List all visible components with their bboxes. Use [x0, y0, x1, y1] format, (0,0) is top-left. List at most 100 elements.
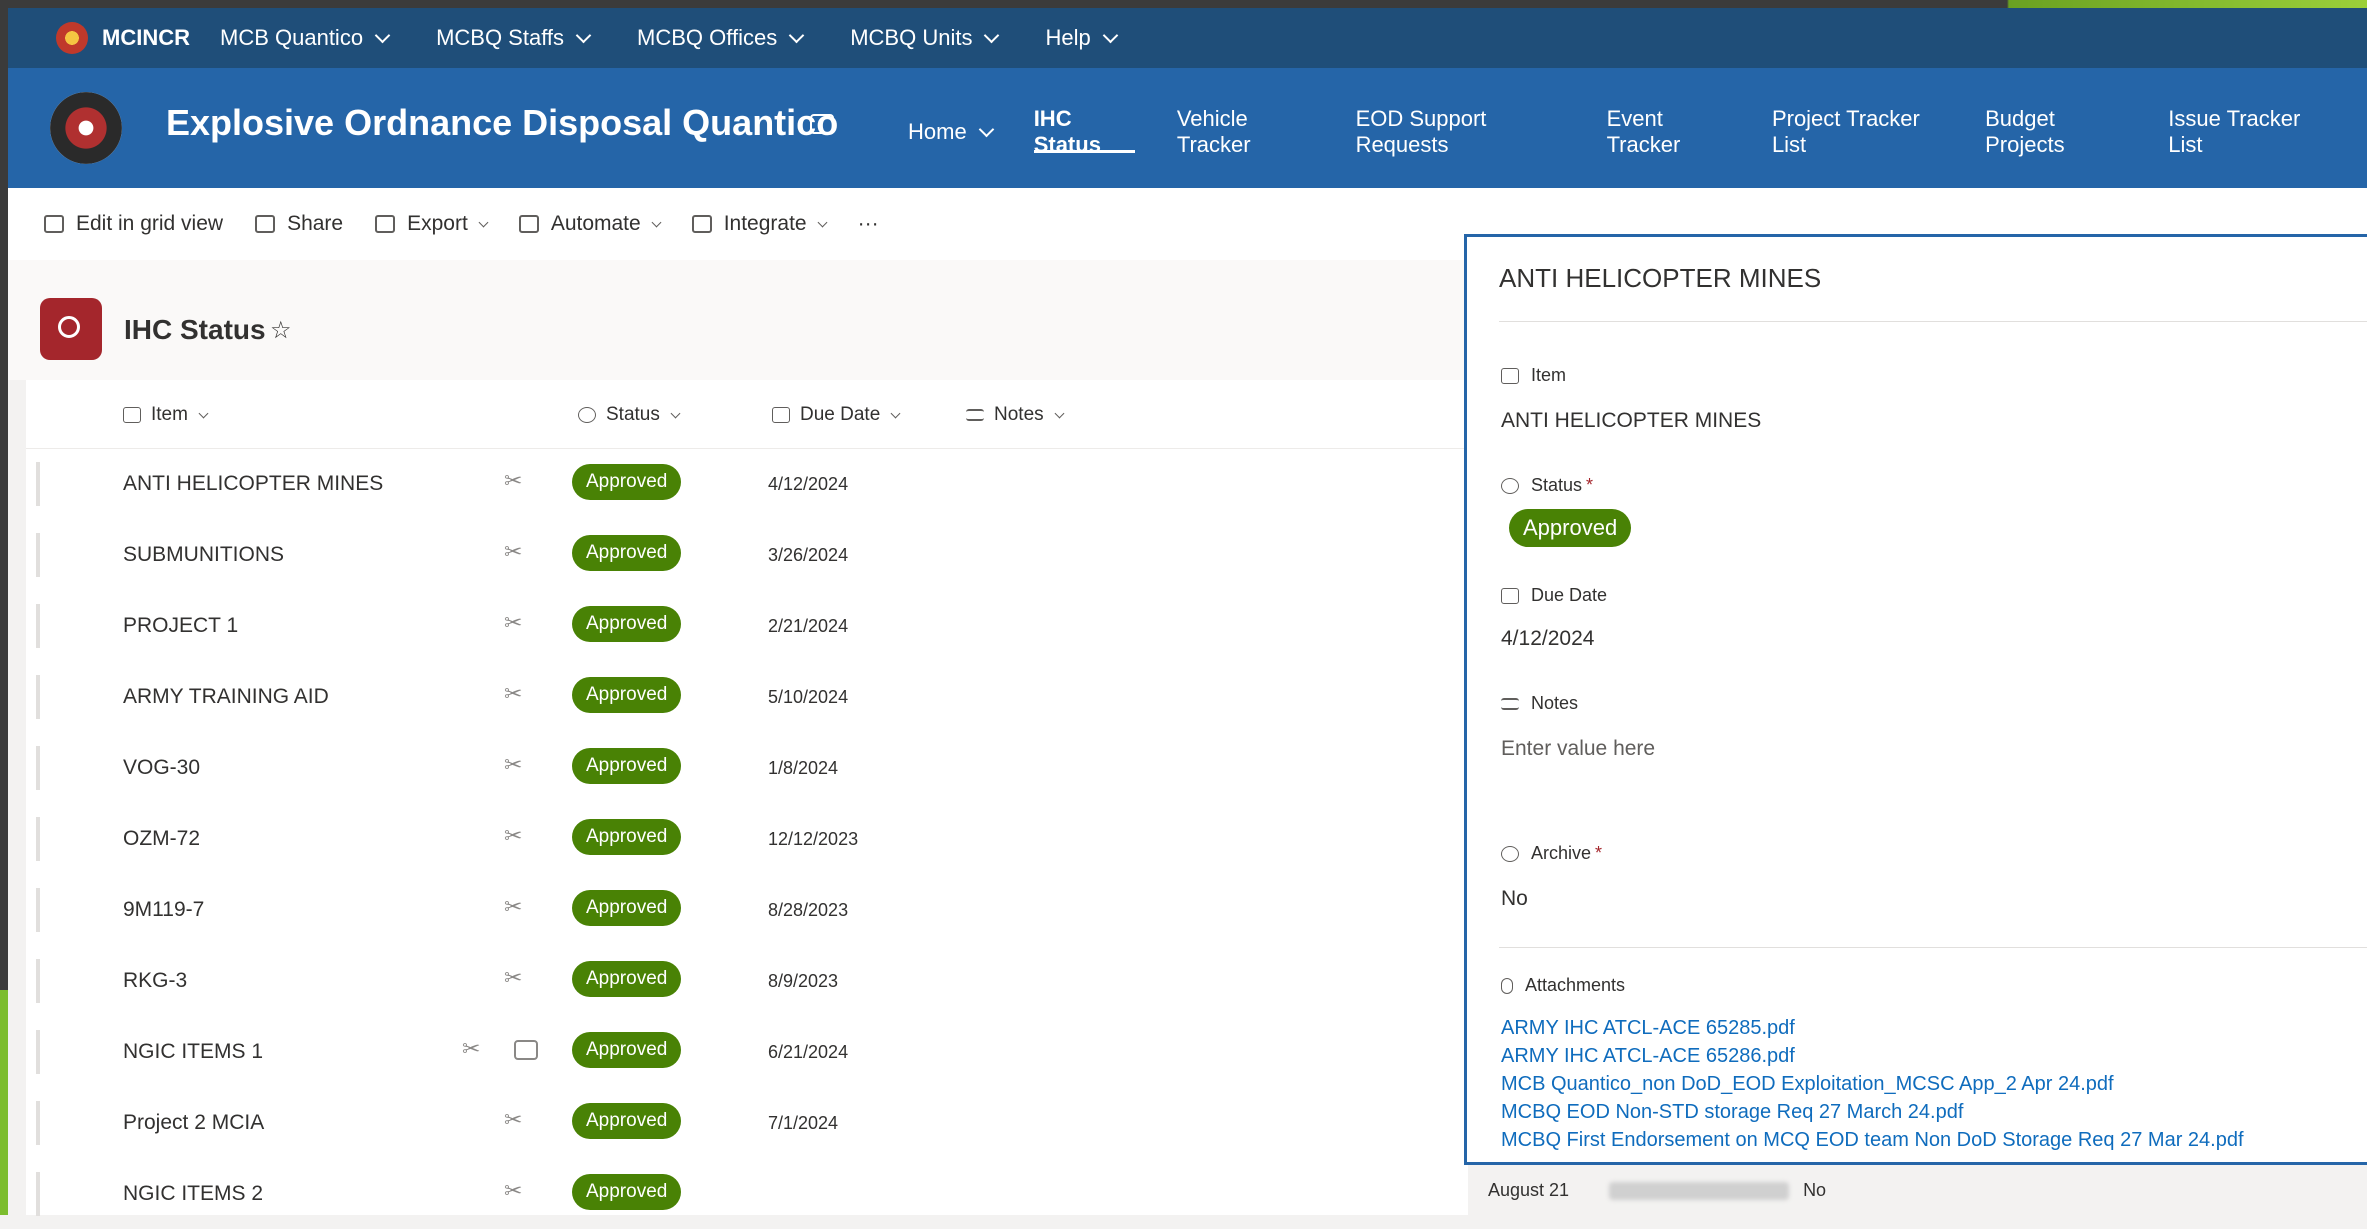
row-item[interactable]: VOG-30 [123, 756, 200, 780]
table-row[interactable]: 9M119-7 ✂ Approved 8/28/2023 [26, 874, 1468, 945]
site-title[interactable]: Explosive Ordnance Disposal Quantico [166, 102, 838, 144]
row-selector[interactable] [36, 1172, 40, 1216]
site-nav-issue-tracker-list[interactable]: Issue Tracker List [2168, 106, 2325, 157]
row-selector[interactable] [36, 604, 40, 648]
row-item[interactable]: ANTI HELICOPTER MINES [123, 472, 383, 496]
site-nav-ihc-status[interactable]: IHC Status [1033, 106, 1135, 157]
row-selector[interactable] [36, 959, 40, 1003]
suite-nav-mcbq-offices[interactable]: MCBQ Offices [637, 25, 805, 51]
table-row[interactable]: ARMY TRAINING AID ✂ Approved 5/10/2024 [26, 661, 1468, 732]
row-selector[interactable] [36, 1030, 40, 1074]
attachment-link[interactable]: ARMY IHC ATCL-ACE 65286.pdf [1501, 1045, 1795, 1068]
pin-icon[interactable]: ✂ [504, 894, 522, 920]
integrate-icon [691, 215, 712, 233]
mcincr-logo-icon[interactable] [56, 22, 88, 54]
row-selector[interactable] [36, 462, 40, 506]
table-row[interactable]: RKG-3 ✂ Approved 8/9/2023 [26, 945, 1468, 1016]
row-item[interactable]: RKG-3 [123, 969, 187, 993]
row-selector[interactable] [36, 533, 40, 577]
pin-icon[interactable]: ✂ [462, 1036, 480, 1062]
column-header-label: Status [606, 404, 660, 425]
row-selector[interactable] [36, 817, 40, 861]
export-button[interactable]: Export [375, 212, 489, 236]
attachments-label: Attachments [1501, 975, 1625, 996]
row-item[interactable]: PROJECT 1 [123, 614, 238, 638]
site-logo-icon[interactable] [50, 92, 122, 164]
pin-icon[interactable]: ✂ [504, 1178, 522, 1204]
lines-icon [1501, 697, 1519, 710]
favorite-star-icon[interactable]: ☆ [270, 316, 292, 345]
table-row[interactable]: OZM-72 ✂ Approved 12/12/2023 [26, 803, 1468, 874]
edit-grid-button[interactable]: Edit in grid view [44, 212, 223, 236]
attachment-link[interactable]: MCBQ First Endorsement on MCQ EOD team N… [1501, 1129, 2244, 1152]
row-selector[interactable] [36, 675, 40, 719]
automate-label: Automate [550, 212, 641, 235]
row-selector[interactable] [36, 1101, 40, 1145]
suite-nav-mcbq-units[interactable]: MCBQ Units [850, 25, 1000, 51]
row-item[interactable]: ARMY TRAINING AID [123, 685, 329, 709]
site-nav-vehicle-tracker[interactable]: Vehicle Tracker [1177, 106, 1314, 157]
archive-field-value[interactable]: No [1501, 887, 1528, 911]
table-row[interactable]: NGIC ITEMS 2 ✂ Approved [26, 1158, 1468, 1229]
pin-icon[interactable]: ✂ [504, 610, 522, 636]
column-header-item[interactable]: Item [123, 404, 209, 426]
suite-nav-help[interactable]: Help [1045, 25, 1118, 51]
row-item[interactable]: SUBMUNITIONS [123, 543, 284, 567]
row-item[interactable]: NGIC ITEMS 1 [123, 1040, 263, 1064]
row-selector[interactable] [36, 888, 40, 932]
row-item[interactable]: OZM-72 [123, 827, 200, 851]
item-field-value[interactable]: ANTI HELICOPTER MINES [1501, 409, 1761, 433]
row-selector[interactable] [36, 746, 40, 790]
column-header-notes[interactable]: Notes [966, 404, 1065, 426]
pin-icon[interactable]: ✂ [504, 681, 522, 707]
table-row[interactable]: SUBMUNITIONS ✂ Approved 3/26/2024 [26, 519, 1468, 590]
choice-icon [1501, 845, 1519, 862]
site-nav-budget-projects[interactable]: Budget Projects [1985, 106, 2126, 157]
pin-icon[interactable]: ✂ [504, 823, 522, 849]
teams-icon[interactable] [810, 114, 834, 134]
table-row[interactable]: ANTI HELICOPTER MINES ✂ Approved 4/12/2024 [26, 448, 1468, 519]
integrate-button[interactable]: Integrate [691, 212, 828, 236]
paperclip-icon [1501, 977, 1513, 994]
choice-icon [578, 407, 596, 423]
due-date-field-value[interactable]: 4/12/2024 [1501, 627, 1594, 651]
chevron-down-icon [478, 217, 489, 227]
suite-nav-mcb-quantico[interactable]: MCB Quantico [220, 25, 391, 51]
pin-icon[interactable]: ✂ [504, 965, 522, 991]
table-row[interactable]: VOG-30 ✂ Approved 1/8/2024 [26, 732, 1468, 803]
attachment-link[interactable]: MCBQ EOD Non-STD storage Req 27 March 24… [1501, 1101, 1963, 1124]
field-label-text: Notes [1531, 693, 1579, 713]
pin-icon[interactable]: ✂ [504, 1107, 522, 1133]
site-nav-eod-support-requests[interactable]: EOD Support Requests [1356, 106, 1565, 157]
table-row[interactable]: PROJECT 1 ✂ Approved 2/21/2024 [26, 590, 1468, 661]
table-row[interactable]: Project 2 MCIA ✂ Approved 7/1/2024 [26, 1087, 1468, 1158]
row-due-date: 8/9/2023 [768, 971, 839, 991]
comment-icon[interactable] [514, 1040, 538, 1060]
notes-field-input[interactable]: Enter value here [1501, 737, 1655, 761]
pin-icon[interactable]: ✂ [504, 539, 522, 565]
site-nav-event-tracker[interactable]: Event Tracker [1607, 106, 1730, 157]
row-item[interactable]: Project 2 MCIA [123, 1111, 264, 1135]
status-field-value[interactable]: Approved [1509, 509, 1632, 547]
suite-brand[interactable]: MCINCR [102, 25, 190, 51]
status-badge: Approved [572, 606, 682, 642]
row-item[interactable]: 9M119-7 [123, 898, 204, 922]
field-label-text: Due Date [1531, 585, 1608, 605]
column-header-status[interactable]: Status [578, 404, 681, 426]
attachment-link[interactable]: MCB Quantico_non DoD_EOD Exploitation_MC… [1501, 1073, 2114, 1096]
pin-icon[interactable]: ✂ [504, 752, 522, 778]
pin-icon[interactable]: ✂ [504, 468, 522, 494]
automate-button[interactable]: Automate [518, 212, 662, 236]
status-badge: Approved [572, 1174, 682, 1210]
attachment-link[interactable]: ARMY IHC ATCL-ACE 65285.pdf [1501, 1017, 1795, 1040]
chevron-down-icon [670, 408, 681, 418]
site-nav-project-tracker-list[interactable]: Project Tracker List [1772, 106, 1943, 157]
share-button[interactable]: Share [255, 212, 343, 236]
more-button[interactable]: ··· [858, 212, 879, 236]
table-row[interactable]: NGIC ITEMS 1 ✂ Approved 6/21/2024 [26, 1016, 1468, 1087]
site-nav: Home IHC Status Vehicle Tracker EOD Supp… [908, 106, 2367, 157]
row-item[interactable]: NGIC ITEMS 2 [123, 1182, 263, 1206]
site-nav-home[interactable]: Home [908, 114, 994, 150]
column-header-due-date[interactable]: Due Date [772, 404, 901, 426]
suite-nav-mcbq-staffs[interactable]: MCBQ Staffs [436, 25, 592, 51]
